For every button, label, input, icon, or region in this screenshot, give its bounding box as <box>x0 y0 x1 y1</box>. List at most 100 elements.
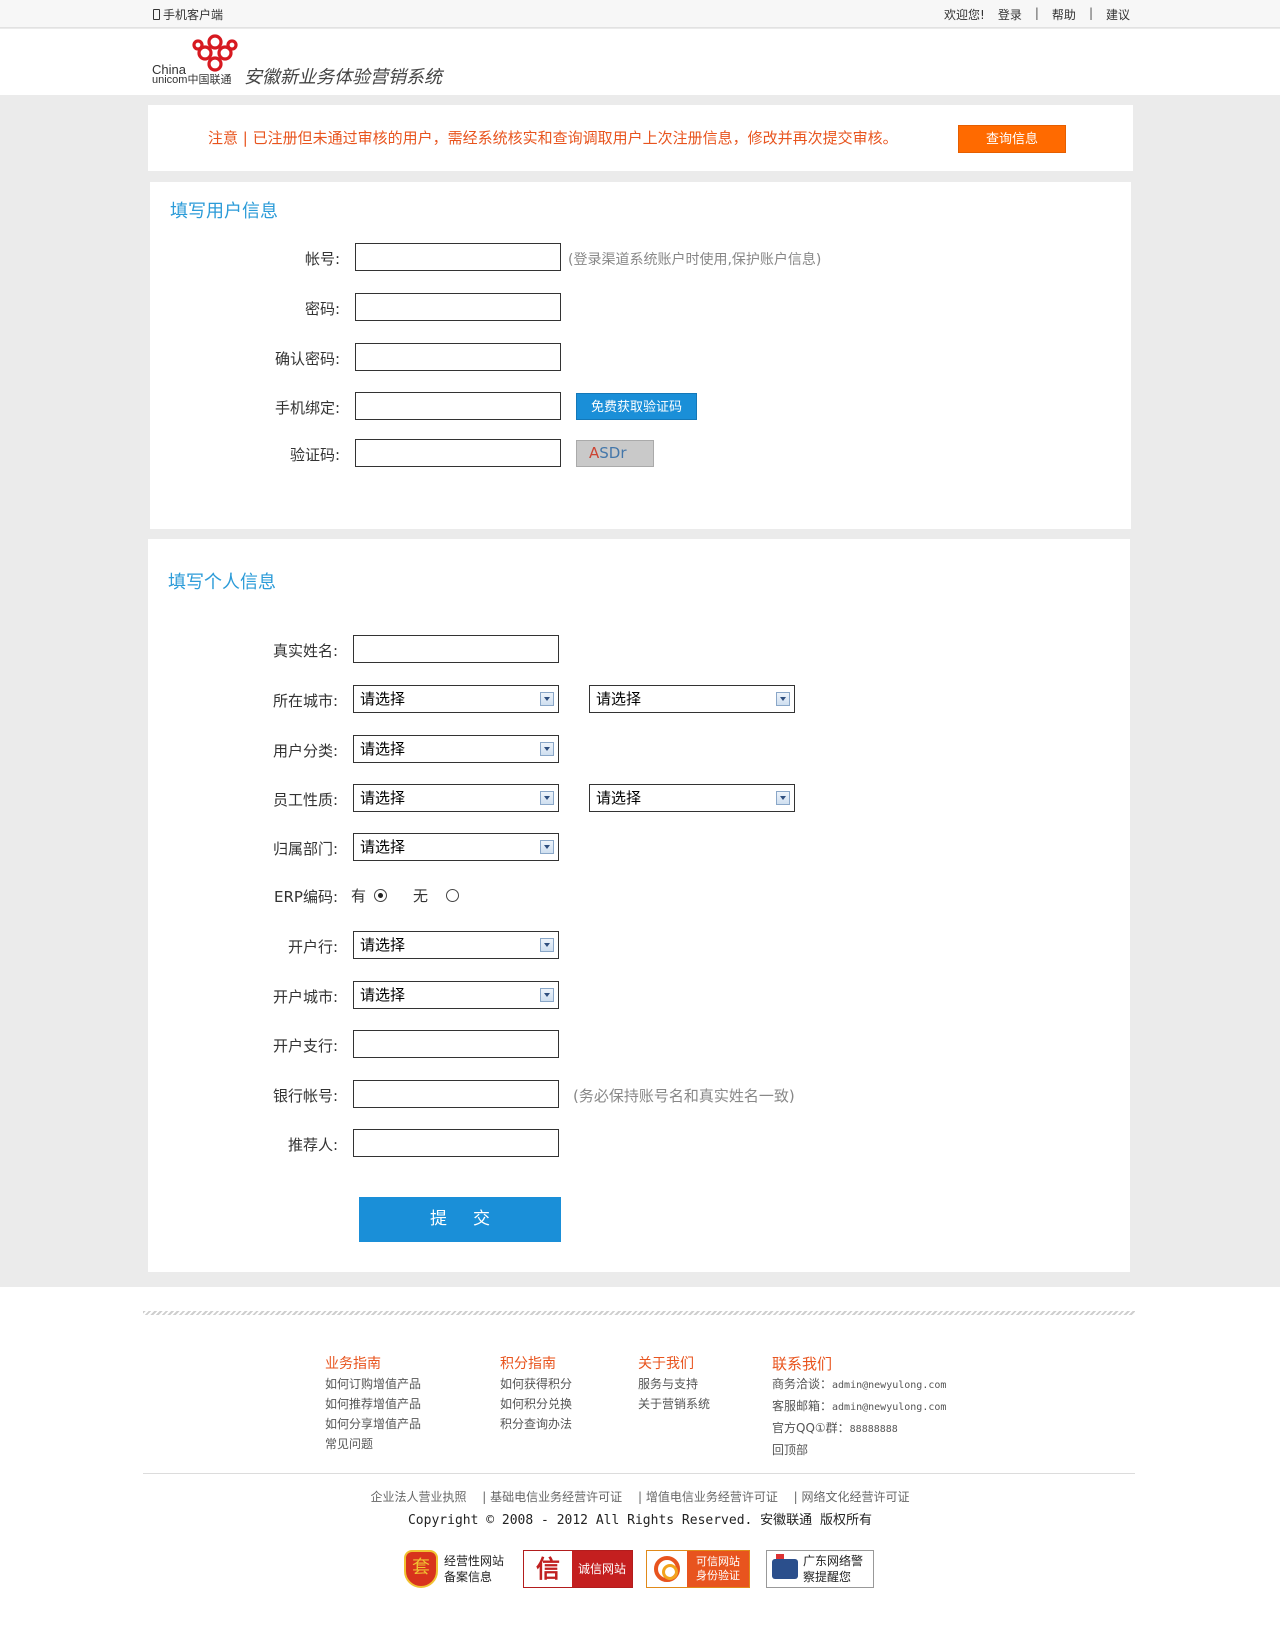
real-name-input[interactable] <box>353 635 559 663</box>
phone-input[interactable] <box>355 392 561 420</box>
referrer-input[interactable] <box>353 1129 559 1157</box>
footer-divider <box>143 1473 1135 1474</box>
bank-select[interactable]: 请选择 <box>353 931 559 959</box>
user-type-row: 用户分类: 请选择 <box>148 735 1130 765</box>
erp-no-radio[interactable] <box>446 889 460 902</box>
department-select[interactable]: 请选择 <box>353 833 559 861</box>
bank-account-hint: (务必保持账号名和真实姓名一致) <box>573 1087 795 1105</box>
icp-badge[interactable]: 套 经营性网站 备案信息 <box>404 1550 512 1588</box>
user-type-label: 用户分类: <box>272 742 338 760</box>
captcha-input[interactable] <box>355 439 561 467</box>
footer-col-contact-us: 联系我们 商务洽谈：admin@newyulong.com 客服邮箱：admin… <box>772 1354 946 1460</box>
erp-radio-group: 有 无 <box>351 885 460 906</box>
account-label: 帐号: <box>304 250 340 268</box>
department-label: 归属部门: <box>272 840 338 858</box>
user-type-select[interactable]: 请选择 <box>353 735 559 763</box>
badge-text: 诚信网站 <box>572 1551 632 1587</box>
bank-account-row: 银行帐号: (务必保持账号名和真实姓名一致) <box>148 1080 1130 1110</box>
back-to-top-link[interactable]: 回顶部 <box>772 1440 946 1460</box>
license-link[interactable]: | 基础电信业务经营许可证 <box>482 1490 622 1504</box>
confirm-password-input[interactable] <box>355 343 561 371</box>
chevron-down-icon <box>540 988 554 1002</box>
footer-link[interactable]: 如何积分兑换 <box>500 1394 572 1414</box>
china-unicom-logo[interactable]: China unicom中国联通 <box>152 33 244 86</box>
footer-link[interactable]: 服务与支持 <box>638 1374 710 1394</box>
footer-link[interactable]: 如何推荐增值产品 <box>325 1394 421 1414</box>
login-link[interactable]: 登录 <box>998 6 1022 23</box>
help-link[interactable]: 帮助 <box>1052 6 1076 23</box>
icp-badge-text: 经营性网站 备案信息 <box>444 1553 504 1585</box>
chevron-down-icon <box>540 742 554 756</box>
bank-city-label: 开户城市: <box>272 988 338 1006</box>
footer-link[interactable]: 积分查询办法 <box>500 1414 572 1434</box>
copyright: Copyright © 2008 - 2012 All Rights Reser… <box>407 1513 873 1528</box>
footer-link[interactable]: 关于营销系统 <box>638 1394 710 1414</box>
footer-link[interactable]: 如何订购增值产品 <box>325 1374 421 1394</box>
footer-link[interactable]: 如何获得积分 <box>500 1374 572 1394</box>
police-badge-text: 广东网络警 察提醒您 <box>803 1553 863 1585</box>
select-value: 请选择 <box>360 690 406 708</box>
mobile-client-link[interactable]: 手机客户端 <box>153 6 223 23</box>
password-row: 密码: <box>150 293 1131 323</box>
chevron-down-icon <box>776 791 790 805</box>
password-label: 密码: <box>304 300 340 318</box>
captcha-char: A <box>589 444 600 462</box>
captcha-label: 验证码: <box>289 446 340 464</box>
footer: 业务指南 如何订购增值产品 如何推荐增值产品 如何分享增值产品 常见问题 积分指… <box>0 1287 1280 1641</box>
bank-city-select[interactable]: 请选择 <box>353 981 559 1009</box>
license-link[interactable]: 企业法人营业执照 <box>370 1490 466 1504</box>
select-value: 请选择 <box>360 986 406 1004</box>
footer-link[interactable]: 如何分享增值产品 <box>325 1414 421 1434</box>
contact-email[interactable]: admin@newyulong.com <box>832 1402 946 1413</box>
personal-info-panel: 填写个人信息 真实姓名: 所在城市: 请选择 请选择 用户分类: 请选择 员工性… <box>148 539 1130 1272</box>
chevron-down-icon <box>540 692 554 706</box>
get-sms-code-button[interactable]: 免费获取验证码 <box>576 393 697 420</box>
footer-col-title: 业务指南 <box>325 1356 381 1372</box>
integrity-site-badge[interactable]: 信 诚信网站 <box>523 1550 633 1588</box>
footer-col-business-guide: 业务指南 如何订购增值产品 如何推荐增值产品 如何分享增值产品 常见问题 <box>325 1354 421 1454</box>
contact-service: 客服邮箱：admin@newyulong.com <box>772 1396 946 1418</box>
select-value: 请选择 <box>360 838 406 856</box>
city-select-1[interactable]: 请选择 <box>353 685 559 713</box>
employee-select-1[interactable]: 请选择 <box>353 784 559 812</box>
select-value: 请选择 <box>360 740 406 758</box>
confirm-password-label: 确认密码: <box>274 350 340 368</box>
phone-icon <box>153 9 160 20</box>
password-input[interactable] <box>355 293 561 321</box>
bank-branch-label: 开户支行: <box>272 1037 338 1055</box>
contact-email[interactable]: admin@newyulong.com <box>832 1380 946 1391</box>
real-name-row: 真实姓名: <box>148 635 1130 665</box>
account-input[interactable] <box>355 243 561 271</box>
trusted-site-badge[interactable]: 可信网站 身份验证 <box>646 1550 750 1588</box>
erp-yes-radio[interactable] <box>374 889 388 902</box>
chevron-down-icon <box>540 938 554 952</box>
badge-line: 可信网站 <box>696 1555 740 1568</box>
license-link[interactable]: | 网络文化经营许可证 <box>794 1490 910 1504</box>
dashed-divider <box>143 1311 1135 1315</box>
header: China unicom中国联通 安徽新业务体验营销系统 <box>0 29 1280 95</box>
captcha-image[interactable]: ASDr <box>576 440 654 467</box>
employee-select-2[interactable]: 请选择 <box>589 784 795 812</box>
bank-branch-input[interactable] <box>353 1030 559 1058</box>
police-badge[interactable]: 广东网络警 察提醒您 <box>766 1550 874 1588</box>
city-select-2[interactable]: 请选择 <box>589 685 795 713</box>
license-link[interactable]: | 增值电信业务经营许可证 <box>638 1490 778 1504</box>
logo-text-unicom: unicom中国联通 <box>152 74 232 86</box>
mobile-client-label: 手机客户端 <box>163 8 224 22</box>
suggest-link[interactable]: 建议 <box>1106 6 1130 23</box>
chevron-down-icon <box>776 692 790 706</box>
separator: | <box>1088 6 1093 20</box>
bank-branch-row: 开户支行: <box>148 1030 1130 1060</box>
bank-account-input[interactable] <box>353 1080 559 1108</box>
referrer-label: 推荐人: <box>287 1136 338 1154</box>
submit-button[interactable]: 提交 <box>359 1197 561 1242</box>
footer-link[interactable]: 常见问题 <box>325 1434 421 1454</box>
bank-city-row: 开户城市: 请选择 <box>148 981 1130 1011</box>
query-info-button[interactable]: 查询信息 <box>958 125 1066 153</box>
captcha-chars: SDr <box>599 444 627 462</box>
bank-label: 开户行: <box>287 938 338 956</box>
city-label: 所在城市: <box>272 692 338 710</box>
chevron-down-icon <box>540 791 554 805</box>
qq-number: 88888888 <box>849 1424 898 1435</box>
contact-label: 商务洽谈： <box>772 1377 833 1391</box>
